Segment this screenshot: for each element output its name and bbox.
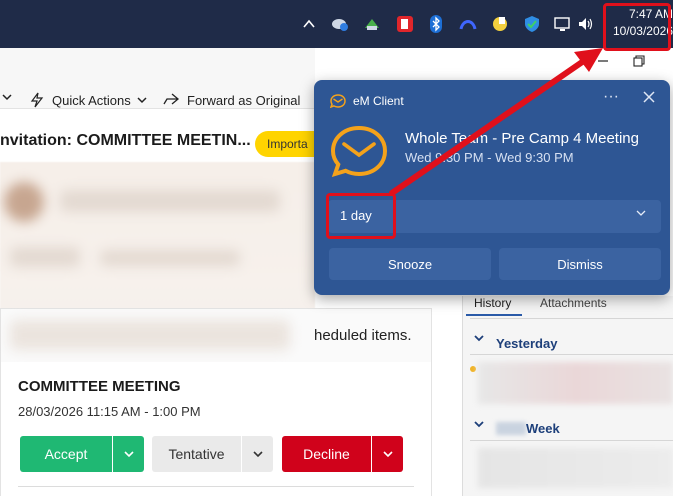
accept-button[interactable]: Accept bbox=[20, 436, 112, 472]
restore-icon[interactable] bbox=[632, 54, 646, 68]
more-options-icon[interactable]: ··· bbox=[602, 88, 620, 106]
blurred-schedule-text bbox=[10, 320, 290, 350]
meeting-title: COMMITTEE MEETING bbox=[18, 378, 181, 395]
blurred-sender-name bbox=[60, 190, 280, 212]
importance-badge: Importa bbox=[255, 131, 315, 157]
app-icon[interactable] bbox=[458, 14, 478, 34]
network-app-icon[interactable] bbox=[362, 14, 382, 34]
speaker-icon[interactable] bbox=[576, 14, 596, 34]
collapse-yesterday-icon[interactable] bbox=[474, 334, 484, 345]
blurred-line bbox=[10, 247, 80, 267]
toolbar: Quick Actions Forward as Original bbox=[0, 48, 315, 109]
blurred-line bbox=[100, 250, 240, 266]
decline-button[interactable]: Decline bbox=[282, 436, 371, 472]
section-week[interactable]: Week bbox=[526, 421, 560, 436]
blurred-history-item[interactable] bbox=[478, 362, 673, 404]
close-icon[interactable] bbox=[640, 90, 658, 108]
blurred-history-item[interactable] bbox=[478, 448, 673, 488]
chevron-down-icon[interactable] bbox=[2, 92, 12, 104]
tentative-dropdown-icon[interactable] bbox=[242, 436, 273, 472]
chevron-down-icon[interactable] bbox=[632, 206, 650, 224]
blurred-avatar bbox=[4, 182, 44, 222]
shield-icon[interactable] bbox=[522, 14, 542, 34]
schedule-info-text: heduled items. bbox=[314, 327, 412, 344]
chevron-up-icon[interactable] bbox=[299, 14, 319, 34]
quick-actions-button[interactable]: Quick Actions bbox=[52, 93, 131, 108]
forward-icon[interactable] bbox=[162, 92, 180, 111]
notification-heading: Whole Team - Pre Camp 4 Meeting bbox=[405, 130, 639, 147]
section-divider bbox=[470, 440, 673, 441]
cloud-sync-icon[interactable] bbox=[330, 14, 350, 34]
collapse-week-icon[interactable] bbox=[474, 420, 484, 431]
decline-dropdown-icon[interactable] bbox=[372, 436, 403, 472]
tab-history[interactable]: History bbox=[474, 296, 511, 310]
forward-as-original-button[interactable]: Forward as Original bbox=[187, 93, 300, 108]
em-client-small-icon bbox=[329, 94, 346, 109]
dismiss-button[interactable]: Dismiss bbox=[499, 248, 661, 280]
notification-app-name: eM Client bbox=[353, 94, 404, 108]
meeting-time: 28/03/2026 11:15 AM - 1:00 PM bbox=[18, 404, 201, 419]
snooze-button[interactable]: Snooze bbox=[329, 248, 491, 280]
lightning-icon[interactable] bbox=[30, 92, 44, 111]
section-yesterday[interactable]: Yesterday bbox=[496, 336, 557, 351]
pinwheel-icon[interactable] bbox=[490, 14, 510, 34]
monitor-icon[interactable] bbox=[553, 14, 573, 34]
minimize-icon[interactable] bbox=[596, 54, 610, 68]
red-app-icon[interactable] bbox=[395, 14, 415, 34]
clock-highlight-box bbox=[603, 3, 671, 51]
accept-dropdown-icon[interactable] bbox=[113, 436, 144, 472]
snooze-highlight-box bbox=[326, 193, 396, 239]
bluetooth-icon[interactable] bbox=[426, 14, 446, 34]
active-tab-indicator bbox=[466, 314, 522, 316]
em-client-logo-icon bbox=[330, 125, 388, 178]
taskbar: 7:47 AM 10/03/2026 bbox=[0, 0, 673, 48]
blurred-week-prefix bbox=[496, 422, 526, 435]
panel-divider bbox=[470, 318, 673, 319]
unread-dot bbox=[470, 366, 476, 372]
notification-time-range: Wed 9:30 PM - Wed 9:30 PM bbox=[405, 150, 574, 165]
card-divider bbox=[18, 486, 414, 487]
quick-actions-chevron-icon[interactable] bbox=[137, 92, 147, 107]
section-divider bbox=[470, 354, 673, 355]
tentative-button[interactable]: Tentative bbox=[152, 436, 241, 472]
tab-attachments[interactable]: Attachments bbox=[540, 296, 607, 310]
